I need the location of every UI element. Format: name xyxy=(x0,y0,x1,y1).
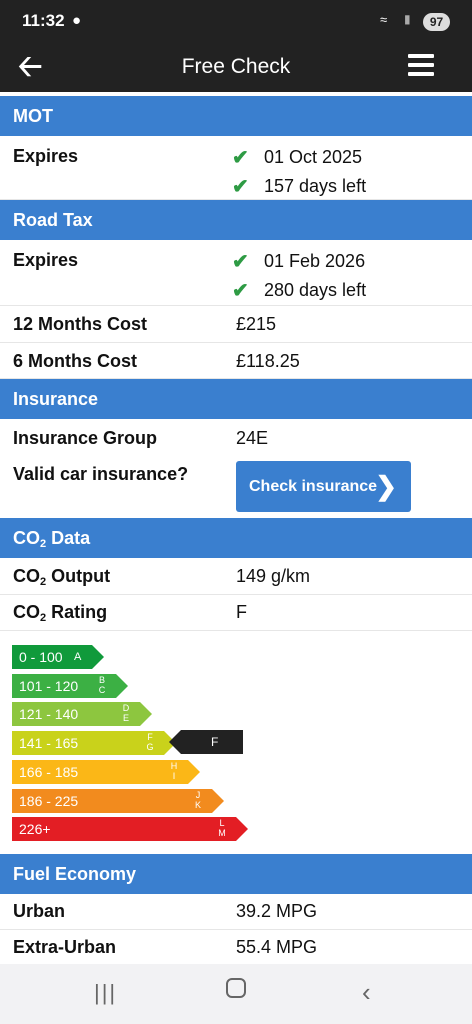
section-insurance-header: Insurance xyxy=(0,379,472,419)
co2-band-letters: J K xyxy=(194,789,201,810)
recent-apps-icon[interactable]: ||| xyxy=(94,980,117,1006)
tax-6-month-label: 6 Months Cost xyxy=(13,351,137,371)
co2-band-tip xyxy=(116,673,128,698)
co2-output-value: 149 g/km xyxy=(236,566,311,586)
co2-band-range: 0 - 100 xyxy=(19,649,63,665)
fuel-extra-urban-row: Extra-Urban 55.4 MPG xyxy=(0,930,472,966)
app-bar: 🡠 Free Check xyxy=(0,44,472,92)
insurance-valid-label: Valid car insurance? xyxy=(13,464,189,484)
co2-band: 226+ L M xyxy=(12,817,248,842)
co2-rating-row: CO2 Rating F xyxy=(0,595,472,631)
mot-expires-label: Expires xyxy=(13,146,79,166)
fuel-extra-urban-value: 55.4 MPG xyxy=(236,937,318,957)
back-nav-icon[interactable]: ‹ xyxy=(362,977,371,1008)
check-insurance-label: Check insurance xyxy=(249,478,378,495)
fuel-urban-value: 39.2 MPG xyxy=(236,901,318,921)
co2-band-letters: F G xyxy=(146,732,154,753)
signal-icon: ▮ xyxy=(404,12,411,26)
system-navigation-bar: ||| ‹ xyxy=(0,964,472,1024)
co2-rating-label: CO2 Rating xyxy=(13,602,107,624)
co2-band-range: 101 - 120 xyxy=(19,677,79,694)
insurance-group-value: 24E xyxy=(236,428,269,448)
check-icon: ✔ xyxy=(232,251,249,273)
tax-days-line: ✔ 280 days left xyxy=(232,278,366,303)
co2-band: 166 - 185 H I xyxy=(12,759,200,784)
co2-header-prefix: CO xyxy=(13,528,40,548)
tax-days-left: 280 days left xyxy=(264,280,367,300)
co2-band-tip xyxy=(236,817,248,842)
co2-band-letters: L M xyxy=(218,818,226,839)
chevron-right-icon: ❯ xyxy=(375,471,397,501)
co2-band: 0 - 100 A xyxy=(12,645,104,669)
menu-line xyxy=(408,63,434,67)
check-insurance-button[interactable]: Check insurance ❯ xyxy=(236,461,411,512)
co2-rating-value: F xyxy=(236,602,247,622)
fuel-extra-urban-label: Extra-Urban xyxy=(13,937,117,957)
insurance-group-row: Insurance Group 24E xyxy=(0,419,472,455)
co2-band-letters: A xyxy=(74,651,82,663)
co2-output-suffix: Output xyxy=(46,566,111,586)
co2-band-tip xyxy=(92,645,104,669)
tax-12-month-label: 12 Months Cost xyxy=(13,314,148,334)
co2-marker-label: F xyxy=(211,735,219,749)
co2-band: 186 - 225 J K xyxy=(12,788,224,813)
mot-expiry-line: ✔ 01 Oct 2025 xyxy=(232,145,362,170)
mot-days-left: 157 days left xyxy=(264,176,367,196)
battery-indicator: 97 xyxy=(423,13,450,31)
fuel-urban-row: Urban 39.2 MPG xyxy=(0,894,472,930)
mot-expires-row: Expires ✔ 01 Oct 2025 ✔ 157 days left xyxy=(0,136,472,200)
co2-band-range: 226+ xyxy=(19,821,51,838)
insurance-group-label: Insurance Group xyxy=(13,428,158,448)
tax-expiry-date: 01 Feb 2026 xyxy=(264,251,366,271)
co2-rating-suffix: Rating xyxy=(46,602,108,622)
co2-band-letters: D E xyxy=(122,703,130,724)
menu-line xyxy=(408,72,434,76)
co2-band: 141 - 165 F G xyxy=(12,731,176,756)
home-icon[interactable] xyxy=(226,978,246,998)
co2-rating-marker: F xyxy=(169,730,243,754)
co2-band-tip xyxy=(140,702,152,727)
menu-line xyxy=(408,54,434,58)
co2-output-label: CO2 Output xyxy=(13,566,110,588)
section-fuel-header: Fuel Economy xyxy=(0,854,472,894)
co2-band-tip xyxy=(188,759,200,784)
co2-header-suffix: Data xyxy=(46,528,91,548)
tax-6-month-row: 6 Months Cost £118.25 xyxy=(0,343,472,379)
mot-days-line: ✔ 157 days left xyxy=(232,174,366,199)
tax-12-month-value: £215 xyxy=(236,314,277,334)
co2-band-range: 186 - 225 xyxy=(19,792,79,809)
hamburger-menu-icon[interactable] xyxy=(408,54,434,78)
co2-band-range: 141 - 165 xyxy=(19,735,79,752)
section-mot-header: MOT xyxy=(0,96,472,136)
status-time: 11:32 xyxy=(22,11,65,30)
page-title: Free Check xyxy=(181,55,291,78)
fuel-urban-label: Urban xyxy=(13,901,66,921)
co2-output-prefix: CO xyxy=(13,566,40,586)
co2-band-letters: B C xyxy=(98,674,106,695)
marker-pointer xyxy=(169,730,181,754)
check-icon: ✔ xyxy=(232,176,249,198)
co2-output-row: CO2 Output 149 g/km xyxy=(0,558,472,595)
snapchat-icon: ● xyxy=(72,12,82,29)
status-bar: 11:32 ● ≈ ▮ 97 xyxy=(0,0,472,44)
tax-expiry-line: ✔ 01 Feb 2026 xyxy=(232,249,365,274)
section-co2-header: CO2 Data xyxy=(0,518,472,558)
tax-expires-row: Expires ✔ 01 Feb 2026 ✔ 280 days left xyxy=(0,240,472,306)
co2-band-range: 121 - 140 xyxy=(19,706,79,723)
tax-12-month-row: 12 Months Cost £215 xyxy=(0,306,472,343)
co2-band-range: 166 - 185 xyxy=(19,763,79,780)
tax-expires-label: Expires xyxy=(13,250,79,270)
section-road-tax-header: Road Tax xyxy=(0,200,472,240)
check-icon: ✔ xyxy=(232,147,249,169)
co2-rating-prefix: CO xyxy=(13,602,40,622)
wifi-icon: ≈ xyxy=(380,12,387,27)
check-icon: ✔ xyxy=(232,280,249,302)
tax-6-month-value: £118.25 xyxy=(236,351,300,371)
co2-band-tip xyxy=(212,788,224,813)
co2-band: 101 - 120 B C xyxy=(12,673,128,698)
mot-expiry-date: 01 Oct 2025 xyxy=(264,147,363,167)
co2-band: 121 - 140 D E xyxy=(12,702,152,727)
co2-band-letters: H I xyxy=(170,760,178,781)
